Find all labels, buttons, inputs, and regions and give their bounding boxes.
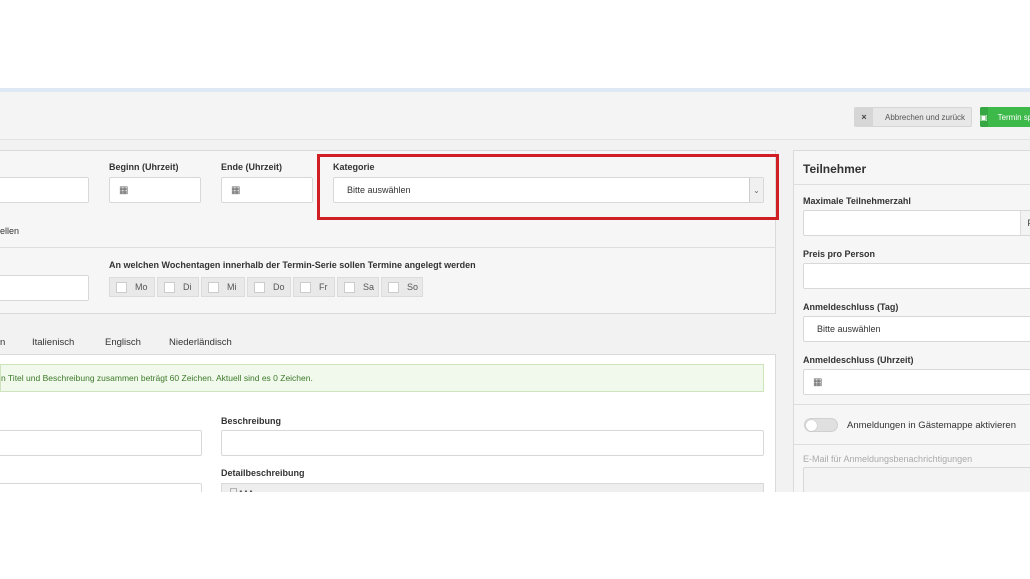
sidebar-divider (794, 184, 1030, 185)
sidebar-divider-3 (794, 444, 1030, 445)
close-icon: × (855, 108, 873, 126)
app-window: × Abbrechen und zurück ▣ Termin speicher… (0, 88, 1030, 492)
save-button[interactable]: ▣ Termin speichern (980, 107, 1030, 127)
email-notify-input[interactable] (803, 467, 1030, 492)
guestbook-toggle-label: Anmeldungen in Gästemappe aktivieren (847, 420, 1016, 431)
tab-partial[interactable]: n (0, 337, 5, 348)
deadline-day-select[interactable]: Bitte auswählen (803, 316, 1030, 342)
price-label: Preis pro Person (803, 249, 876, 259)
weekday-do[interactable]: Do (247, 277, 291, 297)
kategorie-highlight-frame (317, 154, 779, 220)
weekday-mi[interactable]: Mi (201, 277, 245, 297)
max-participants-label: Maximale Teilnehmerzahl (803, 196, 911, 206)
calendar-icon: ▦ (231, 184, 241, 196)
save-icon: ▣ (980, 107, 988, 127)
editor-format-icon[interactable]: ☐ ▪ ▪ ▪ (230, 487, 252, 492)
title-input[interactable] (0, 430, 202, 456)
toggle-knob (806, 420, 817, 431)
weekday-checkbox[interactable] (344, 281, 355, 293)
guestbook-toggle[interactable] (804, 418, 838, 432)
deadline-day-value: Bitte auswählen (817, 324, 881, 334)
weekday-mo[interactable]: Mo (109, 277, 155, 297)
weekday-fr[interactable]: Fr (293, 277, 335, 297)
beschreibung-input[interactable] (221, 430, 764, 456)
participants-title: Teilnehmer (803, 162, 867, 176)
panel-divider (0, 247, 776, 248)
weekday-checkbox[interactable] (388, 281, 399, 293)
screenshot-stage: × Abbrechen und zurück ▣ Termin speicher… (0, 0, 1030, 579)
tab-englisch[interactable]: Englisch (105, 337, 141, 348)
email-notify-label: E-Mail für Anmeldungsbenachrichtigungen (803, 454, 973, 464)
price-input[interactable] (803, 263, 1030, 289)
info-message: n Titel und Beschreibung zusammen beträg… (0, 364, 764, 392)
cancel-button[interactable]: × Abbrechen und zurück (854, 107, 972, 127)
ende-label: Ende (Uhrzeit) (221, 162, 283, 172)
detail-editor-toolbar[interactable]: ☐ ▪ ▪ ▪ (221, 483, 764, 492)
weekday-checkbox[interactable] (208, 281, 219, 293)
weekday-di[interactable]: Di (157, 277, 199, 297)
deadline-day-label: Anmeldeschluss (Tag) (803, 302, 899, 312)
calendar-icon: ▦ (813, 376, 823, 388)
weekday-checkbox[interactable] (300, 281, 311, 293)
max-participants-input[interactable]: P (803, 210, 1030, 236)
detail-label: Detailbeschreibung (221, 468, 305, 478)
date-input[interactable] (0, 177, 89, 203)
deadline-time-label: Anmeldeschluss (Uhrzeit) (803, 355, 914, 365)
cancel-button-label: Abbrechen und zurück (885, 112, 966, 122)
beginn-label: Beginn (Uhrzeit) (109, 162, 179, 172)
series-text-fragment: ellen (0, 226, 20, 236)
tab-italienisch[interactable]: Italienisch (32, 337, 74, 348)
title-input-lower[interactable] (0, 483, 202, 492)
series-input[interactable] (0, 275, 89, 301)
weekday-checkbox[interactable] (254, 281, 265, 293)
weekday-checkbox[interactable] (164, 281, 175, 293)
weekday-sa[interactable]: Sa (337, 277, 379, 297)
weekday-checkbox[interactable] (116, 281, 127, 293)
sidebar-divider-2 (794, 404, 1030, 405)
save-button-label: Termin speichern (997, 112, 1030, 122)
weekdays-label: An welchen Wochentagen innerhalb der Ter… (109, 260, 476, 270)
beschreibung-label: Beschreibung (221, 416, 282, 426)
beginn-time-input[interactable]: ▦ (109, 177, 201, 203)
max-participants-suffix: P (1020, 211, 1030, 235)
top-toolbar: × Abbrechen und zurück ▣ Termin speicher… (0, 92, 1030, 140)
deadline-time-input[interactable]: ▦ (803, 369, 1030, 395)
tab-niederlaendisch[interactable]: Niederländisch (169, 337, 232, 348)
calendar-icon: ▦ (119, 184, 129, 196)
weekday-so[interactable]: So (381, 277, 423, 297)
ende-time-input[interactable]: ▦ (221, 177, 313, 203)
